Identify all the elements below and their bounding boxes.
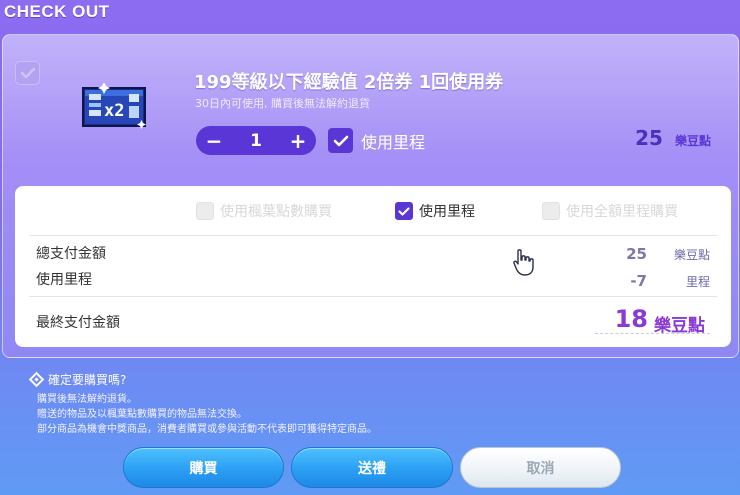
exp-coupon-icon: x2 <box>82 83 146 129</box>
quantity-stepper: − 1 + <box>196 126 316 155</box>
option-use-mileage[interactable]: 使用里程 <box>395 201 475 221</box>
item-select-checkbox[interactable] <box>15 61 40 85</box>
window-title: CHECK OUT <box>4 2 110 21</box>
confirm-purchase-text: 確定要購買嗎? <box>48 373 127 387</box>
use-mileage-checkbox[interactable] <box>328 128 353 153</box>
total-amount-value: 25 <box>626 245 647 263</box>
option-maple-points-checkbox[interactable] <box>196 202 214 220</box>
use-mileage-toggle[interactable]: 使用里程 <box>328 128 425 153</box>
decrement-button[interactable]: − <box>204 131 224 151</box>
check-icon <box>20 67 35 79</box>
increment-button[interactable]: + <box>288 131 308 151</box>
check-icon <box>333 135 348 146</box>
divider <box>29 296 717 297</box>
option-maple-points[interactable]: 使用楓葉點數購買 <box>196 201 332 221</box>
option-maple-points-label: 使用楓葉點數購買 <box>220 204 332 220</box>
use-mileage-label: 使用里程 <box>361 132 426 152</box>
buy-button[interactable]: 購買 <box>123 447 284 488</box>
confirm-purchase-title: 確定要購買嗎? <box>28 371 127 388</box>
mileage-used-value: -7 <box>630 272 647 290</box>
notice-line: 購買後無法解約退貨。 <box>37 394 137 405</box>
diamond-icon <box>28 371 45 388</box>
option-full-mileage-checkbox[interactable] <box>542 202 560 220</box>
total-amount-unit: 樂豆點 <box>673 248 710 262</box>
check-icon <box>398 206 410 216</box>
item-description: 30日內可使用, 購買後無法解約退貨 <box>195 97 370 110</box>
divider <box>29 235 717 236</box>
mileage-used-unit: 里程 <box>685 275 710 289</box>
final-amount-label: 最終支付金額 <box>36 315 120 331</box>
notice-line: 部分商品為機會中獎商品，消費者購買或參與活動不代表即可獲得特定商品。 <box>37 424 377 435</box>
mileage-used-label: 使用里程 <box>36 272 92 288</box>
item-price-value: 25 <box>635 126 663 150</box>
notice-line: 贈送的物品及以楓葉點數購買的物品無法交換。 <box>37 409 247 420</box>
item-name: 199等級以下經驗值 2倍券 1回使用券 <box>194 72 504 93</box>
option-full-mileage-label: 使用全額里程購買 <box>566 204 678 220</box>
final-amount-value: 18 <box>614 305 648 333</box>
item-price-unit: 樂豆點 <box>674 134 711 148</box>
cancel-button[interactable]: 取消 <box>460 447 621 488</box>
option-use-mileage-label: 使用里程 <box>419 204 475 220</box>
total-amount-label: 總支付金額 <box>36 246 106 262</box>
option-full-mileage[interactable]: 使用全額里程購買 <box>542 201 678 221</box>
final-amount-underline <box>595 333 710 334</box>
item-price: 25 樂豆點 <box>635 126 711 150</box>
svg-text:x2: x2 <box>104 101 124 121</box>
gift-button[interactable]: 送禮 <box>291 447 453 488</box>
hand-cursor-icon <box>513 249 534 276</box>
quantity-value: 1 <box>250 130 262 151</box>
option-use-mileage-checkbox[interactable] <box>395 202 413 220</box>
